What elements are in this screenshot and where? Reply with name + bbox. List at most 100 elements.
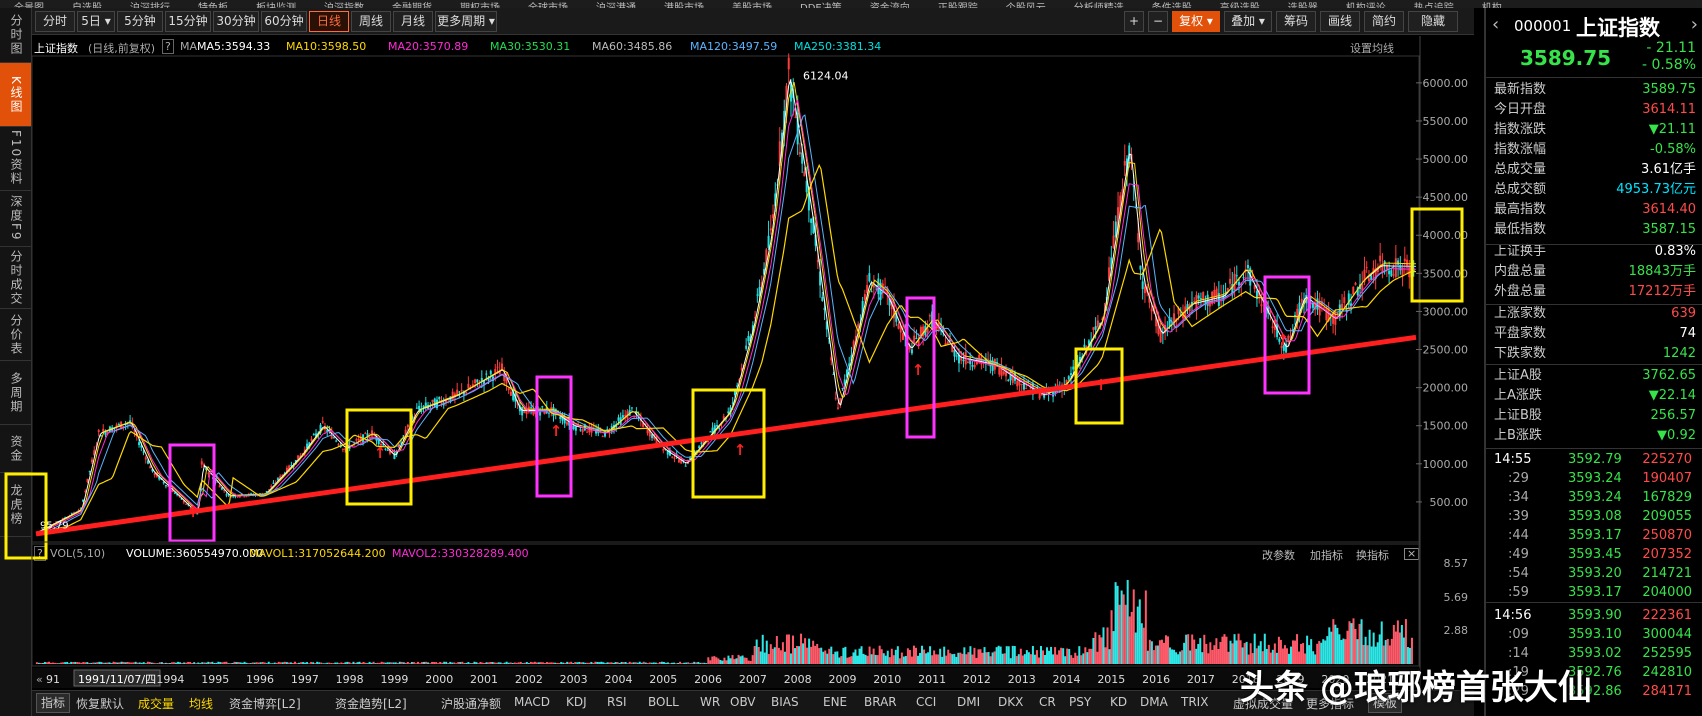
volume-bar <box>971 654 974 664</box>
volume-bar <box>1076 655 1079 664</box>
volume-bar <box>894 649 897 664</box>
tick-row: :09 3593.10 300044 <box>1486 625 1702 644</box>
indicator-tab[interactable]: ENE <box>823 695 847 709</box>
candle-body <box>1246 264 1249 269</box>
volume-bar <box>114 662 117 664</box>
volume-bar <box>1037 657 1040 664</box>
volume-bar <box>814 645 817 664</box>
candle-body <box>1199 298 1202 300</box>
scroll-left-icon[interactable]: « <box>36 673 43 686</box>
candle-body <box>617 417 620 421</box>
indicator-tab[interactable]: PSY <box>1069 695 1091 709</box>
indicator-tab[interactable]: MACD <box>514 695 550 709</box>
indicator-tab[interactable]: 均线 <box>189 695 213 712</box>
volume-bar <box>310 661 313 664</box>
candle-body <box>978 354 981 362</box>
candle-body <box>870 291 873 293</box>
volume-bar <box>45 662 48 664</box>
volume-bar <box>527 662 530 664</box>
indicator-tab[interactable]: 指标 <box>36 693 71 713</box>
volume-bar <box>398 661 401 664</box>
indicator-tab[interactable]: CCI <box>916 695 936 709</box>
volume-bar <box>880 649 883 664</box>
volume-bar <box>729 658 732 664</box>
candle-body <box>332 437 335 439</box>
stat-row: 上B涨跌 ▼0.92 <box>1490 426 1700 446</box>
indicator-tab[interactable]: BRAR <box>864 695 897 709</box>
stat-value: 17212万手 <box>1628 284 1696 299</box>
candle-body <box>810 218 813 223</box>
tick-volume: 204000 <box>1642 585 1692 600</box>
tick-time: :34 <box>1508 490 1529 505</box>
x-tick-label: 2001 <box>470 673 498 686</box>
volume-bar <box>84 662 87 664</box>
candle-body <box>521 406 524 416</box>
volume-bar <box>291 662 294 664</box>
volume-bar <box>550 662 553 664</box>
volume-bar <box>215 662 218 664</box>
indicator-tab[interactable]: DMA <box>1140 695 1168 709</box>
volume-bar <box>358 661 361 664</box>
indicator-tab[interactable]: DMI <box>957 695 980 709</box>
volume-bar <box>671 662 674 664</box>
volume-bar <box>509 662 512 664</box>
indicator-tab[interactable]: BIAS <box>771 695 799 709</box>
volume-bar <box>209 662 212 664</box>
volume-tick-label: 2.88 <box>1444 624 1469 637</box>
quote-panel: ‹ 000001 上证指数 › 3589.75 - 21.11 - 0.58% … <box>1484 8 1702 716</box>
candle-body <box>803 171 806 177</box>
indicator-tab[interactable]: RSI <box>607 695 627 709</box>
volume-bar <box>941 656 944 664</box>
volume-bar <box>959 652 962 664</box>
indicator-tab[interactable]: KD <box>1110 695 1127 709</box>
volume-bar <box>267 661 270 664</box>
tick-price: 3593.17 <box>1568 585 1622 600</box>
indicator-tab[interactable]: 资金博弈[L2] <box>229 695 301 712</box>
volume-bar <box>642 661 645 664</box>
volume-bar <box>1068 649 1071 664</box>
volume-bar <box>858 648 861 664</box>
indicator-tab[interactable]: OBV <box>730 695 756 709</box>
stat-value: 4953.73亿元 <box>1616 182 1696 197</box>
indicator-tab[interactable]: 恢复默认 <box>76 695 124 712</box>
volume-bar <box>515 662 518 664</box>
indicator-tab[interactable]: WR <box>700 695 720 709</box>
kline-chart[interactable]: 6000.005500.005000.004500.004000.003500.… <box>0 0 1702 716</box>
candle-body <box>97 430 100 432</box>
candle-body <box>987 358 990 360</box>
candle-body <box>745 345 748 349</box>
indicator-tab[interactable]: KDJ <box>566 695 587 709</box>
volume-bar <box>775 636 778 664</box>
volume-bar <box>1354 628 1357 664</box>
indicator-tab[interactable]: TRIX <box>1181 695 1208 709</box>
volume-bar <box>767 653 770 664</box>
prev-arrow-icon[interactable]: ‹ <box>1492 14 1499 35</box>
volume-tick-label: 8.57 <box>1444 557 1469 570</box>
indicator-tab[interactable]: BOLL <box>648 695 679 709</box>
indicator-tab[interactable]: DKX <box>998 695 1023 709</box>
indicator-tab[interactable]: CR <box>1039 695 1056 709</box>
volume-bar <box>943 646 946 664</box>
volume-bar <box>1132 589 1135 664</box>
next-arrow-icon[interactable]: › <box>1691 14 1698 35</box>
volume-bar <box>781 642 784 664</box>
volume-bar <box>1120 590 1123 664</box>
volume-bar <box>1021 655 1024 664</box>
volume-bar <box>660 661 663 664</box>
candle-body <box>438 397 441 400</box>
candle-body <box>162 482 165 484</box>
volume-bar <box>477 663 480 664</box>
volume-bar <box>743 657 746 664</box>
volume-bar <box>1148 639 1151 664</box>
volume-bar <box>552 662 555 664</box>
indicator-tab[interactable]: 成交量 <box>138 695 174 712</box>
indicator-tab[interactable]: 资金趋势[L2] <box>335 695 407 712</box>
y-tick-label: 1000.00 <box>1423 458 1469 471</box>
volume-bar <box>1199 638 1202 664</box>
volume-bar <box>1104 647 1107 664</box>
volume-bar <box>580 662 583 664</box>
volume-bar <box>798 646 801 664</box>
candle-body <box>496 366 499 368</box>
candle-body <box>863 294 866 300</box>
indicator-tab[interactable]: 沪股通净额 <box>441 695 501 712</box>
